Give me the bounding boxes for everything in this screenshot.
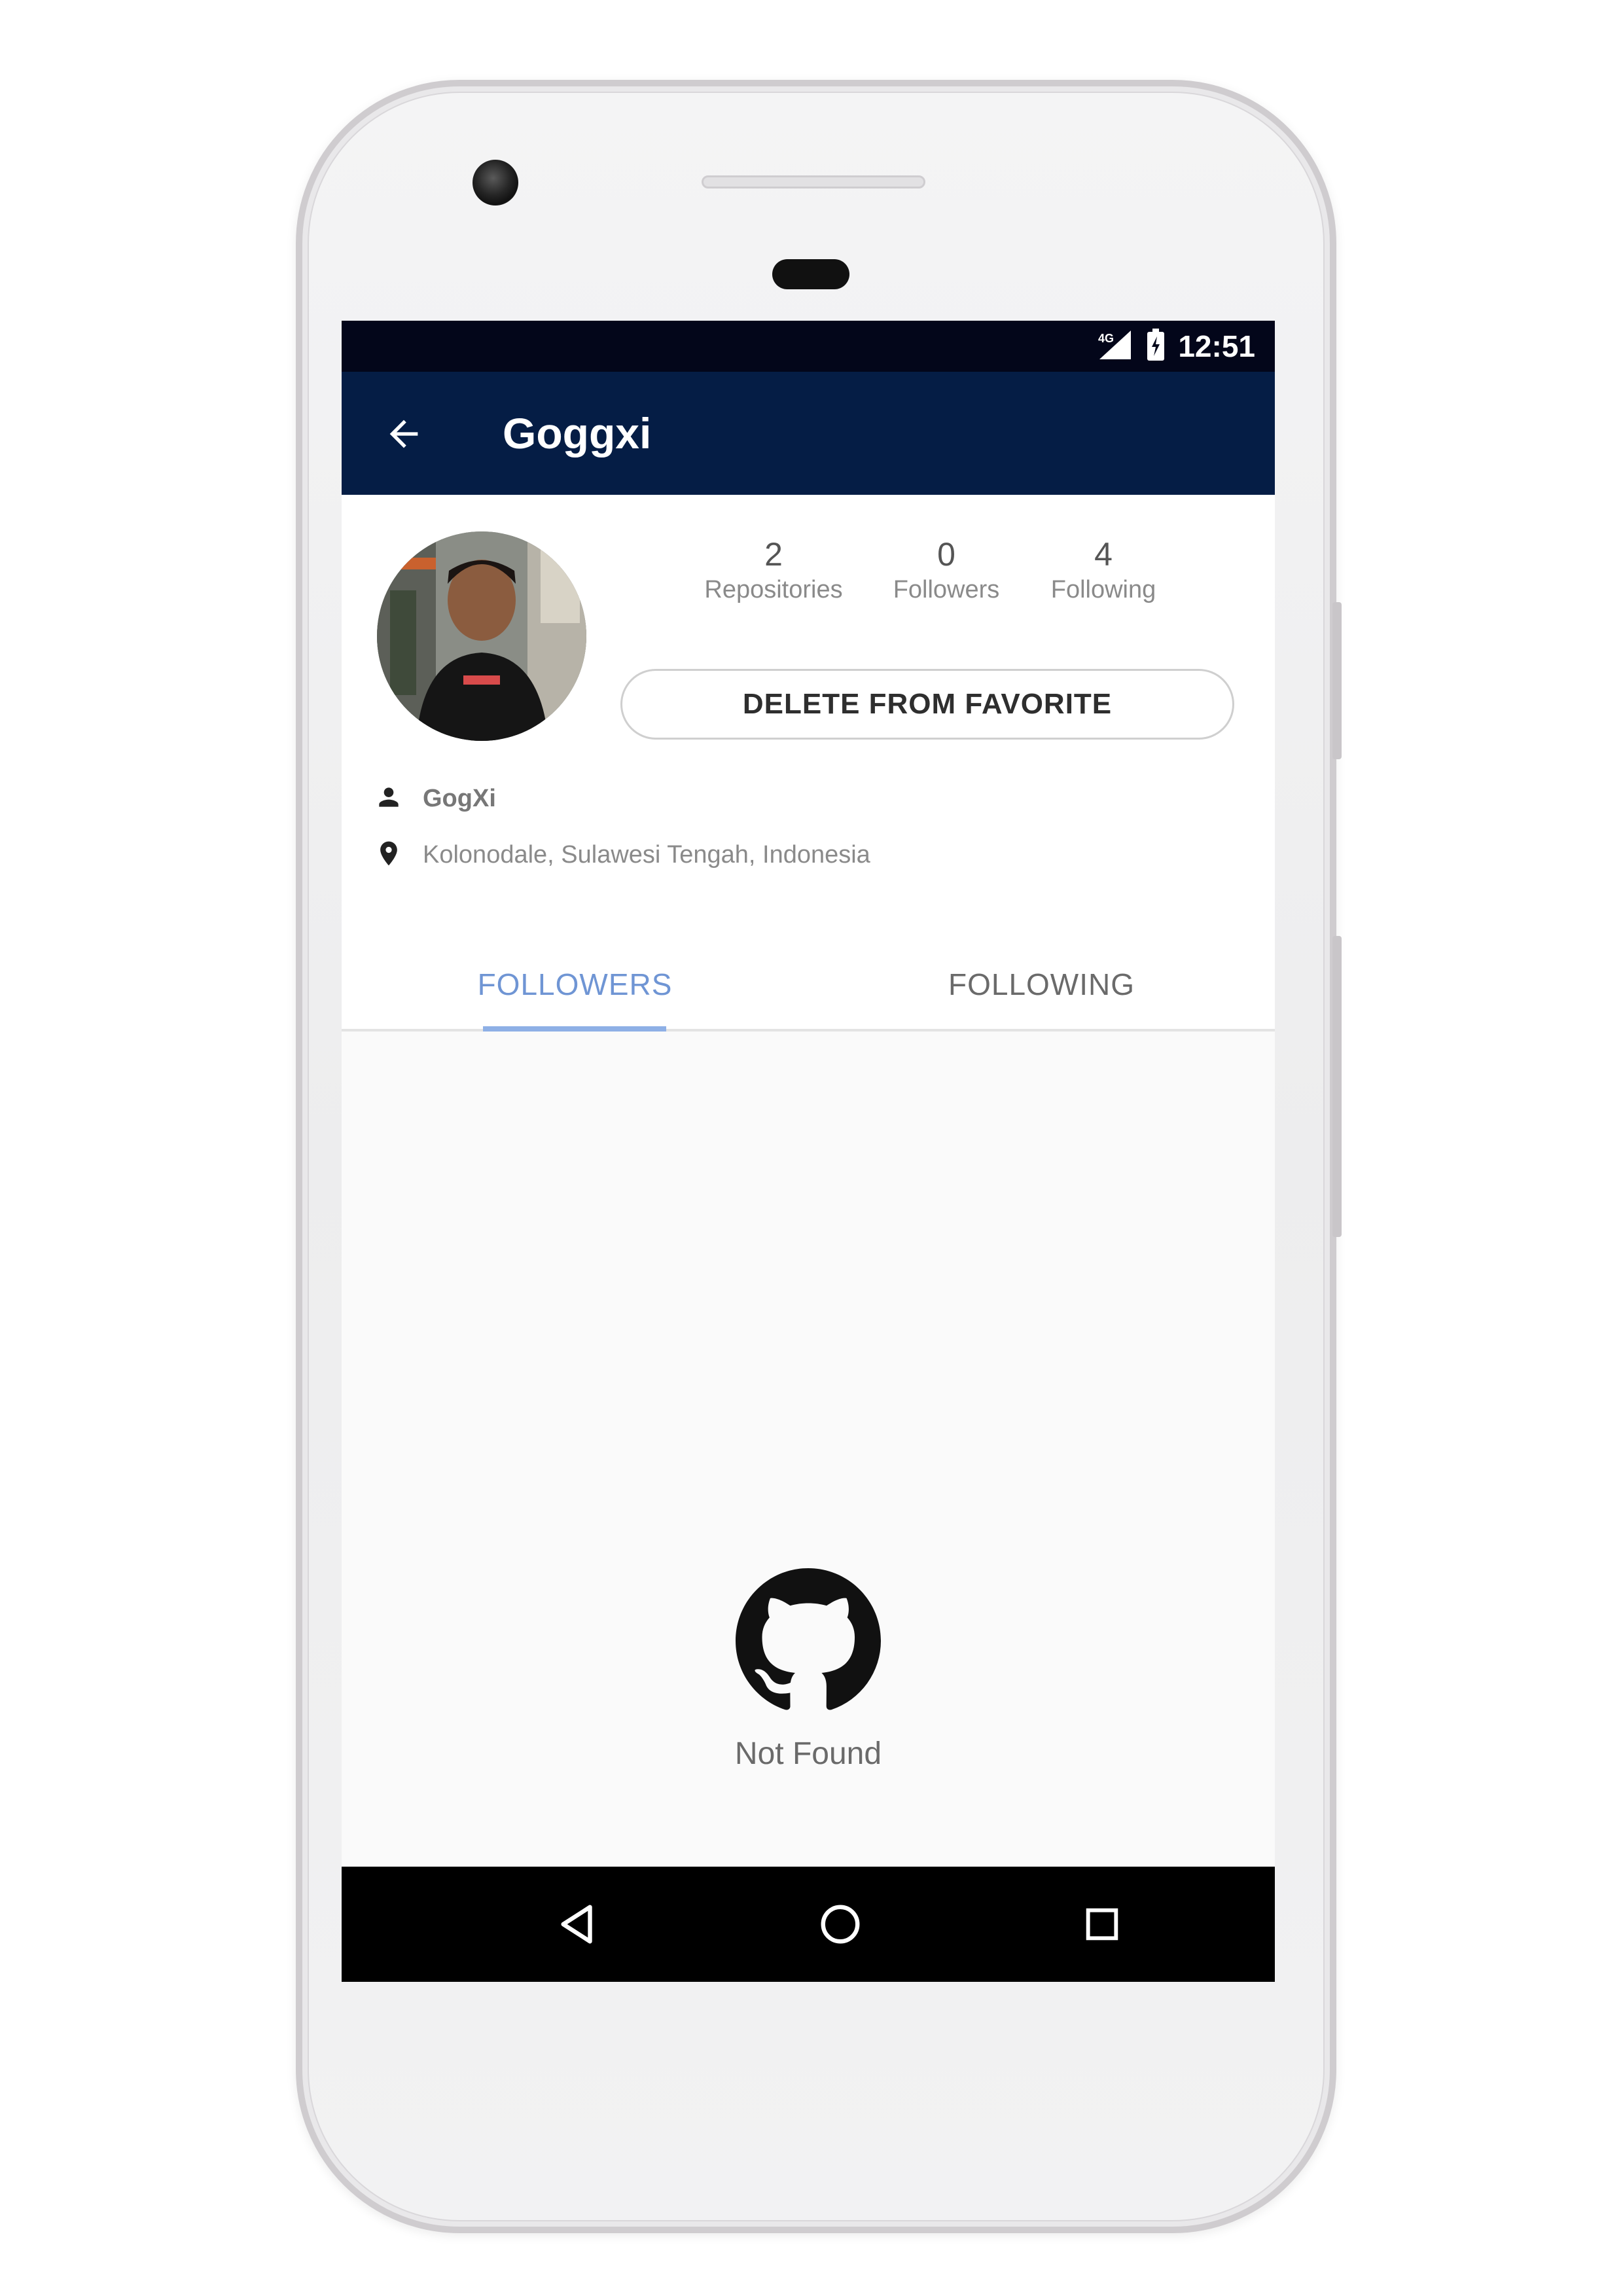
volume-button (1332, 936, 1342, 1237)
app-screen: 4G 12:51 Goggxi 2 Repositories 0 Followe… (342, 321, 1275, 1982)
earpiece-speaker (702, 175, 925, 188)
system-nav-bar (342, 1867, 1275, 1982)
stat-label: Following (1050, 576, 1156, 603)
empty-state-message: Not Found (734, 1736, 882, 1771)
nav-back-icon[interactable] (546, 1892, 611, 1957)
tab-followers[interactable]: FOLLOWERS (342, 940, 808, 1029)
profile-name: GogXi (423, 785, 496, 812)
status-time: 12:51 (1178, 329, 1255, 363)
github-icon (736, 1568, 881, 1713)
stat-label: Followers (893, 576, 1000, 603)
battery-icon (1147, 328, 1165, 365)
stat-value: 4 (1094, 536, 1113, 573)
app-toolbar: Goggxi (342, 372, 1275, 495)
stat-followers: 0 Followers (861, 535, 1031, 606)
arrow-back-icon[interactable] (374, 404, 433, 463)
nav-recents-icon[interactable] (1069, 1892, 1135, 1957)
status-bar: 4G 12:51 (342, 321, 1275, 372)
page-title: Goggxi (503, 409, 652, 457)
tab-bar: FOLLOWERS FOLLOWING (342, 940, 1275, 1031)
person-icon (374, 783, 403, 815)
avatar (377, 531, 586, 741)
stat-label: Repositories (704, 576, 843, 603)
stat-value: 2 (764, 536, 783, 573)
profile-header: 2 Repositories 0 Followers 4 Following D… (342, 495, 1275, 1031)
power-button (1332, 602, 1342, 759)
profile-location: Kolonodale, Sulawesi Tengah, Indonesia (423, 841, 870, 869)
svg-text:4G: 4G (1098, 332, 1114, 345)
stat-repositories: 2 Repositories (688, 535, 859, 606)
delete-from-favorite-button[interactable]: DELETE FROM FAVORITE (620, 669, 1234, 740)
profile-name-row: GogXi (374, 783, 496, 815)
front-camera (473, 160, 518, 206)
nav-home-icon[interactable] (808, 1892, 873, 1957)
profile-location-row: Kolonodale, Sulawesi Tengah, Indonesia (374, 839, 870, 871)
stat-value: 0 (937, 536, 955, 573)
tab-indicator (483, 1026, 666, 1031)
proximity-sensor (772, 259, 849, 289)
tab-following[interactable]: FOLLOWING (808, 940, 1275, 1029)
location-pin-icon (374, 839, 403, 871)
signal-icon: 4G (1097, 329, 1133, 364)
stat-following: 4 Following (1018, 535, 1188, 606)
